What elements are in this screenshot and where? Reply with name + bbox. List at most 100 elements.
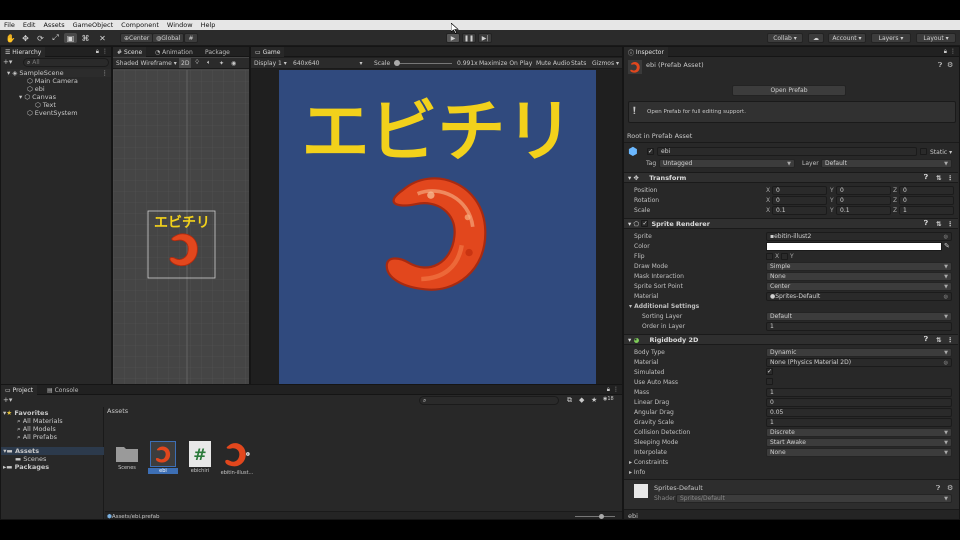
sprite-renderer-enabled-checkbox[interactable]: ✓ — [641, 220, 649, 227]
menu-edit[interactable]: Edit — [19, 21, 40, 29]
tree-scenes[interactable]: ▬ Scenes — [15, 455, 46, 463]
mass-field[interactable]: 1 — [766, 388, 952, 397]
sorting-layer-dropdown[interactable]: Default ▼ — [766, 312, 952, 321]
tree-favorites[interactable]: ▾ ★ Favorites — [3, 409, 48, 417]
search-label-icon[interactable]: ◆ — [579, 396, 584, 404]
icon-size-slider-thumb[interactable] — [599, 514, 604, 519]
menu-help[interactable]: Help — [197, 21, 220, 29]
open-prefab-button[interactable]: Open Prefab — [732, 85, 846, 96]
hand-tool-icon[interactable]: ✋ — [4, 33, 17, 43]
object-name-input[interactable]: ebi — [657, 147, 917, 156]
asset-scenes[interactable]: Scenes — [112, 443, 142, 471]
panel-menu-icon[interactable]: ⋮ — [102, 48, 108, 55]
hierarchy-search-input[interactable]: ⌕ All — [23, 58, 109, 67]
scale-slider[interactable] — [394, 63, 452, 64]
menu-gameobject[interactable]: GameObject — [69, 21, 118, 29]
scale-slider-thumb[interactable] — [394, 60, 400, 66]
menu-window[interactable]: Window — [163, 21, 197, 29]
panel-menu-icon[interactable]: ⋮ — [950, 48, 956, 55]
asset-ebitin-illust[interactable]: ebitin-illust... — [220, 441, 254, 476]
scene-grid[interactable] — [113, 70, 250, 404]
use-auto-mass-checkbox[interactable] — [766, 378, 773, 385]
color-swatch[interactable] — [766, 242, 942, 251]
help-icon[interactable]: ❓︎ — [936, 484, 940, 493]
component-menu-icon[interactable]: ⋮ — [947, 174, 954, 182]
help-icon[interactable]: ❓︎ — [924, 219, 928, 228]
maximize-on-play-toggle[interactable]: Maximize On Play — [479, 58, 532, 68]
create-plus-icon[interactable]: +▾ — [3, 396, 12, 404]
menu-file[interactable]: File — [0, 21, 19, 29]
gizmos-dropdown[interactable]: Gizmos ▾ — [592, 58, 619, 68]
hierarchy-item-ebi[interactable]: ⬡ ebi — [27, 85, 45, 93]
lock-icon[interactable]: 🔒︎ — [607, 386, 610, 394]
rotation-z-field[interactable]: 0 — [899, 196, 954, 205]
menu-assets[interactable]: Assets — [39, 21, 68, 29]
preset-icon[interactable]: ⇅ — [936, 174, 941, 182]
hierarchy-item-eventsystem[interactable]: ⬡ EventSystem — [27, 109, 78, 117]
move-tool-icon[interactable]: ✥ — [19, 33, 32, 43]
help-icon[interactable]: ❓︎ — [924, 173, 928, 182]
rotation-x-field[interactable]: 0 — [772, 196, 827, 205]
help-icon[interactable]: ❓︎ — [924, 335, 928, 344]
icon-size-slider[interactable] — [575, 516, 615, 517]
hierarchy-item-main-camera[interactable]: ⬡ Main Camera — [27, 77, 78, 85]
sprite-field[interactable]: ▪ ebitin-illust2 ◎ — [766, 232, 952, 241]
search-type-icon[interactable]: ⧉ — [567, 396, 572, 405]
project-search-input[interactable]: ⌕ — [419, 396, 559, 405]
project-breadcrumb[interactable]: Assets — [105, 407, 622, 416]
layer-dropdown[interactable]: Default ▼ — [821, 159, 952, 168]
tab-project[interactable]: ▭ Project — [1, 385, 38, 395]
mute-audio-toggle[interactable]: Mute Audio — [536, 58, 570, 68]
audio-icon[interactable]: 🔈︎ — [207, 58, 211, 68]
play-button[interactable]: ▶ — [446, 33, 460, 43]
display-dropdown[interactable]: Display 1 ▾ — [254, 58, 287, 68]
scale-z-field[interactable]: 1 — [899, 206, 954, 215]
custom-tool-icon[interactable]: ✕ — [96, 33, 109, 43]
lock-icon[interactable]: 🔒︎ — [944, 48, 947, 56]
hierarchy-item-scene[interactable]: ▾ ◈ SampleScene ⋮ — [7, 69, 111, 77]
tab-console[interactable]: ▤ Console — [43, 385, 82, 395]
position-z-field[interactable]: 0 — [899, 186, 954, 195]
rotate-tool-icon[interactable]: ⟳ — [34, 33, 47, 43]
hierarchy-item-canvas[interactable]: ▾ ⬡ Canvas — [19, 93, 56, 101]
layout-dropdown[interactable]: Layout ▾ — [916, 33, 956, 43]
component-menu-icon[interactable]: ⋮ — [947, 336, 954, 344]
rect-tool-icon[interactable]: ▣ — [64, 33, 77, 43]
tab-animation[interactable]: ◔ Animation — [151, 47, 197, 57]
2d-toggle[interactable]: 2D — [179, 58, 192, 68]
draw-mode-dropdown[interactable]: Simple ▼ — [766, 262, 952, 271]
sleeping-mode-dropdown[interactable]: Start Awake ▼ — [766, 438, 952, 447]
lock-icon[interactable]: 🔒︎ — [96, 48, 99, 56]
pivot-global-button[interactable]: ◍ Global — [152, 33, 185, 43]
component-menu-icon[interactable]: ⋮ — [947, 220, 954, 228]
material-field[interactable]: ● Sprites-Default ◎ — [766, 292, 952, 301]
settings-icon[interactable]: ⚙︎ — [947, 484, 953, 492]
step-button[interactable]: ▶| — [478, 33, 492, 43]
cloud-button[interactable]: ☁ — [808, 33, 824, 43]
settings-icon[interactable]: ⚙︎ — [947, 61, 953, 69]
tab-package[interactable]: Package — [201, 47, 234, 57]
scale-x-field[interactable]: 0.1 — [772, 206, 827, 215]
asset-ebichiri-script[interactable]: # ebichiri — [185, 441, 215, 474]
create-plus-icon[interactable]: +▾ — [3, 58, 13, 66]
transform-tool-icon[interactable]: ⌘ — [79, 33, 92, 43]
additional-settings-foldout[interactable]: ▾ Additional Settings — [629, 301, 699, 311]
menu-component[interactable]: Component — [117, 21, 163, 29]
snap-button[interactable]: # — [184, 33, 198, 43]
tree-all-materials[interactable]: ⌕ All Materials — [17, 417, 63, 426]
rigidbody2d-header[interactable]: ▾ ◕ Rigidbody 2D ❓︎ ⇅ ⋮ — [624, 334, 958, 345]
scale-y-field[interactable]: 0.1 — [836, 206, 891, 215]
object-picker-icon[interactable]: ◎ — [944, 294, 948, 300]
scene-text-object[interactable]: エビチリ — [150, 212, 214, 232]
shader-dropdown[interactable]: Sprites/Default ▼ — [676, 494, 952, 503]
pivot-center-button[interactable]: ⊕ Center — [120, 33, 154, 43]
eyedropper-icon[interactable]: ✎ — [944, 242, 950, 250]
collision-detection-dropdown[interactable]: Discrete ▼ — [766, 428, 952, 437]
flip-y-checkbox[interactable] — [781, 253, 788, 260]
hidden-icon[interactable]: ◉ — [231, 58, 236, 68]
position-x-field[interactable]: 0 — [772, 186, 827, 195]
preset-icon[interactable]: ⇅ — [936, 220, 941, 228]
info-foldout[interactable]: ▸ Info — [629, 467, 645, 477]
hierarchy-item-text[interactable]: ⬡ Text — [35, 101, 56, 109]
position-y-field[interactable]: 0 — [836, 186, 891, 195]
